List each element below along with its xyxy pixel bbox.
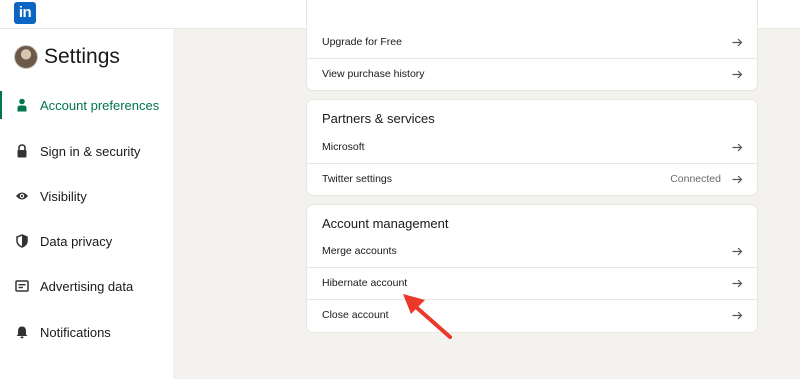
sidebar-item-label: Account preferences [40,97,160,113]
row-label: Microsoft [322,141,365,153]
sidebar-item-visibility[interactable]: Visibility [0,180,173,212]
row-label: Close account [322,309,389,321]
sidebar-item-advertising-data[interactable]: Advertising data [0,270,173,302]
row-label: View purchase history [322,68,425,80]
subscriptions-card: Upgrade for Free View purchase history [307,0,757,90]
eye-icon [15,189,29,203]
sidebar-item-label: Visibility [40,188,87,204]
purchase-history-row[interactable]: View purchase history [307,58,757,90]
hibernate-account-row[interactable]: Hibernate account [307,267,757,299]
lock-icon [15,144,29,158]
arrow-right-icon [731,141,743,153]
microsoft-row[interactable]: Microsoft [307,131,757,163]
twitter-settings-row[interactable]: Twitter settings Connected [307,163,757,195]
row-label: Hibernate account [322,277,408,289]
close-account-row[interactable]: Close account [307,299,757,331]
arrow-right-icon [731,173,743,185]
arrow-right-icon [731,36,743,48]
section-title: Partners & services [322,111,435,126]
row-label: Merge accounts [322,245,397,257]
merge-accounts-row[interactable]: Merge accounts [307,235,757,267]
settings-sidebar: Settings Account preferences Sign in & s… [0,29,173,379]
sidebar-item-label: Sign in & security [40,143,141,159]
sidebar-item-label: Advertising data [40,278,134,294]
arrow-right-icon [731,68,743,80]
upgrade-row[interactable]: Upgrade for Free [307,26,757,58]
connected-status: Connected [670,173,721,185]
arrow-right-icon [731,277,743,289]
sidebar-item-label: Data privacy [40,233,113,249]
sidebar-item-notifications[interactable]: Notifications [0,316,173,348]
ad-icon [15,279,29,293]
row-label: Twitter settings [322,173,393,185]
section-title: Account management [322,216,449,231]
arrow-right-icon [731,309,743,321]
sidebar-item-data-privacy[interactable]: Data privacy [0,225,173,257]
shield-icon [15,234,29,248]
linkedin-logo[interactable]: in [14,2,36,24]
settings-header: Settings [14,43,120,71]
bell-icon [15,325,29,339]
sidebar-item-sign-in-security[interactable]: Sign in & security [0,135,173,167]
avatar[interactable] [14,45,38,69]
sidebar-item-account-preferences[interactable]: Account preferences [0,89,173,121]
row-label: Upgrade for Free [322,36,402,48]
person-icon [15,98,29,112]
page-title: Settings [44,45,120,68]
arrow-right-icon [731,245,743,257]
partners-services-card: Partners & services Microsoft Twitter se… [307,100,757,195]
account-management-card: Account management Merge accounts Hibern… [307,205,757,332]
sidebar-item-label: Notifications [40,324,111,340]
